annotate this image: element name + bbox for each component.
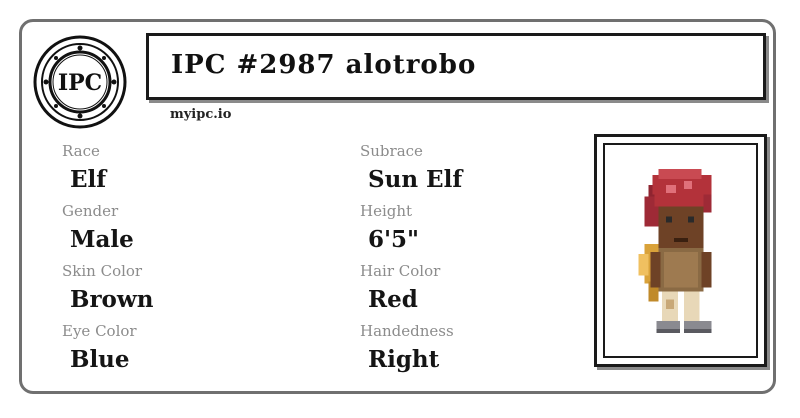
character-sprite-icon — [638, 169, 712, 333]
subrace-label: Subrace — [360, 142, 423, 160]
site-link[interactable]: myipc.io — [170, 107, 231, 122]
race-value: Elf — [70, 166, 107, 193]
gender-label: Gender — [62, 202, 119, 220]
portrait-frame — [594, 134, 767, 367]
hair-color-label: Hair Color — [360, 262, 441, 280]
skin-color-label: Skin Color — [62, 262, 143, 280]
portrait-inner — [603, 143, 758, 358]
skin-color-value: Brown — [70, 286, 154, 313]
subrace-value: Sun Elf — [368, 166, 463, 193]
handedness-label: Handedness — [360, 322, 454, 340]
page-title: IPC #2987 alotrobo — [171, 50, 477, 80]
gender-value: Male — [70, 226, 134, 253]
seal-text: IPC — [58, 70, 102, 96]
race-label: Race — [62, 142, 100, 160]
title-box: IPC #2987 alotrobo — [146, 33, 766, 100]
ipc-seal-icon: IPC — [33, 35, 127, 129]
handedness-value: Right — [368, 346, 440, 373]
height-label: Height — [360, 202, 413, 220]
height-value: 6'5" — [368, 226, 420, 253]
eye-color-label: Eye Color — [62, 322, 137, 340]
hair-color-value: Red — [368, 286, 418, 313]
eye-color-value: Blue — [70, 346, 130, 373]
